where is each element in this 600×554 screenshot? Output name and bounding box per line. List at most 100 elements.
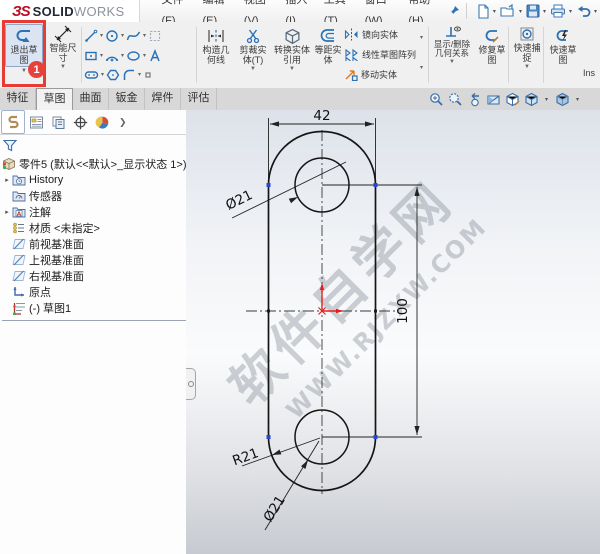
line-tool-icon[interactable] bbox=[84, 29, 98, 43]
zoom-fit-icon[interactable] bbox=[429, 92, 444, 107]
move-entities-item[interactable]: 移动实体 bbox=[344, 65, 424, 83]
ellipse-tool-icon[interactable] bbox=[126, 49, 141, 63]
tree-item-right-plane[interactable]: 右视基准面 bbox=[2, 268, 186, 284]
tree-item-sensors[interactable]: 传感器 bbox=[2, 188, 186, 204]
dimension-radius[interactable]: R21 bbox=[230, 445, 260, 469]
arc-tool-icon[interactable] bbox=[105, 49, 119, 63]
dropdown-caret-icon[interactable]: ▾ bbox=[100, 32, 103, 40]
dropdown-caret-icon[interactable]: ▼ bbox=[250, 65, 256, 73]
featuremanager-tab-icon[interactable] bbox=[1, 110, 25, 134]
tab-evaluate[interactable]: 评估 bbox=[181, 88, 217, 110]
text-tool-icon[interactable] bbox=[148, 48, 162, 63]
point-tool-icon[interactable] bbox=[143, 70, 153, 80]
rapid-sketch-button[interactable]: 快速草图 bbox=[547, 26, 579, 65]
pin-icon[interactable] bbox=[448, 5, 460, 17]
sketch-entities-row-2: ▾ ▾ ▾ bbox=[84, 46, 162, 65]
dropdown-caret-icon[interactable]: ▾ bbox=[121, 32, 124, 40]
annotations-icon: A bbox=[12, 206, 27, 218]
toolbar-separator bbox=[543, 27, 544, 83]
tree-item-top-plane[interactable]: 上视基准面 bbox=[2, 252, 186, 268]
graphics-viewport[interactable]: 软件自学网 WWW.RJZXW.COM 42 Ø21 100 R21 Ø21 bbox=[186, 110, 600, 554]
convert-entities-button[interactable]: 转换实体引用 ▼ bbox=[273, 26, 311, 73]
sensors-icon bbox=[12, 190, 27, 202]
display-style-icon[interactable] bbox=[505, 92, 520, 107]
expand-arrow-icon[interactable]: ▸ bbox=[2, 176, 12, 184]
panel-splitter-handle[interactable] bbox=[186, 368, 196, 400]
new-document-icon[interactable] bbox=[475, 3, 491, 20]
spline-tool-icon[interactable] bbox=[126, 29, 141, 43]
dropdown-caret-icon[interactable]: ▼ bbox=[289, 65, 295, 73]
linear-pattern-item[interactable]: 线性草图阵列 bbox=[344, 45, 424, 63]
dropdown-caret-icon[interactable]: ▾ bbox=[569, 8, 572, 15]
quick-snaps-button[interactable]: 快速捕捉 ▼ bbox=[511, 24, 543, 71]
tree-item-history[interactable]: ▸ History bbox=[2, 172, 186, 188]
dropdown-caret-icon[interactable]: ▾ bbox=[143, 32, 146, 40]
tree-item-origin[interactable]: 原点 bbox=[2, 284, 186, 300]
tab-weldments[interactable]: 焊件 bbox=[145, 88, 181, 110]
configmanager-tab-icon[interactable] bbox=[47, 111, 69, 133]
zoom-area-icon[interactable] bbox=[448, 92, 463, 107]
tree-root-part[interactable]: 零件5 (默认<<默认>_显示状态 1>) bbox=[2, 156, 187, 172]
mirror-entities-item[interactable]: 镜向实体 bbox=[344, 25, 424, 43]
tree-item-annotations[interactable]: ▸ A 注解 bbox=[2, 204, 186, 220]
dropdown-caret-icon[interactable]: ▼ bbox=[524, 63, 530, 71]
shaded-view-icon[interactable] bbox=[555, 92, 570, 107]
dropdown-caret-icon[interactable]: ▾ bbox=[543, 8, 546, 15]
open-icon[interactable] bbox=[499, 3, 517, 19]
tree-filter[interactable] bbox=[0, 135, 186, 153]
panel-tabs-overflow-icon[interactable]: ❯ bbox=[119, 117, 127, 128]
polygon-tool-icon[interactable] bbox=[106, 68, 120, 82]
tree-item-material[interactable]: 材质 <未指定> bbox=[2, 220, 186, 236]
dropdown-caret-icon[interactable]: ▾ bbox=[420, 34, 423, 42]
dropdown-caret-icon[interactable]: ▾ bbox=[143, 52, 146, 60]
dimension-width[interactable]: 42 bbox=[313, 110, 330, 124]
stack-carets: ▾ ▾ bbox=[420, 34, 423, 72]
dropdown-caret-icon[interactable]: ▼ bbox=[449, 58, 455, 66]
truncated-button-label[interactable]: Ins bbox=[583, 68, 600, 78]
history-folder-icon bbox=[12, 174, 27, 186]
sketch-canvas[interactable]: 软件自学网 WWW.RJZXW.COM 42 Ø21 100 R21 Ø21 bbox=[186, 110, 600, 554]
construction-geometry-button[interactable]: 构造几何线 bbox=[199, 26, 233, 65]
dropdown-caret-icon[interactable]: ▾ bbox=[519, 8, 522, 15]
part-icon bbox=[2, 157, 17, 171]
previous-view-icon[interactable] bbox=[467, 92, 482, 107]
dropdown-caret-icon[interactable]: ▾ bbox=[100, 52, 103, 60]
displaymanager-tab-icon[interactable] bbox=[91, 111, 113, 133]
tree-item-front-plane[interactable]: 前视基准面 bbox=[2, 236, 186, 252]
dropdown-caret-icon[interactable]: ▾ bbox=[576, 96, 579, 103]
fillet-tool-icon[interactable] bbox=[122, 68, 136, 82]
offset-entities-button[interactable]: 等距实体 bbox=[312, 26, 344, 65]
tab-sketch[interactable]: 草图 bbox=[36, 88, 73, 110]
dropdown-caret-icon[interactable]: ▾ bbox=[420, 64, 423, 72]
slot-tool-icon[interactable] bbox=[84, 68, 99, 82]
dropdown-caret-icon[interactable]: ▾ bbox=[594, 8, 597, 15]
section-view-icon[interactable] bbox=[486, 92, 501, 107]
dropdown-caret-icon[interactable]: ▾ bbox=[493, 8, 496, 15]
propertymanager-tab-icon[interactable] bbox=[25, 111, 47, 133]
dropdown-caret-icon[interactable]: ▾ bbox=[138, 71, 141, 79]
save-icon[interactable] bbox=[525, 3, 541, 19]
trim-entities-button[interactable]: 剪裁实体(T) ▼ bbox=[235, 26, 271, 73]
dimension-length[interactable]: 100 bbox=[395, 298, 411, 324]
repair-sketch-label: 修复草图 bbox=[478, 45, 506, 65]
tab-sheet-metal[interactable]: 钣金 bbox=[109, 88, 145, 110]
tab-features[interactable]: 特征 bbox=[0, 88, 36, 110]
undo-icon[interactable] bbox=[575, 4, 592, 19]
grid-plane-icon[interactable] bbox=[148, 29, 162, 43]
print-icon[interactable] bbox=[549, 3, 567, 19]
dimxpert-tab-icon[interactable] bbox=[69, 111, 91, 133]
rectangle-tool-icon[interactable] bbox=[84, 49, 98, 63]
tree-item-sketch1[interactable]: (-) 草图1 bbox=[2, 300, 186, 316]
tab-surfaces[interactable]: 曲面 bbox=[73, 88, 109, 110]
dropdown-caret-icon[interactable]: ▾ bbox=[121, 52, 124, 60]
view-orientation-icon[interactable] bbox=[524, 92, 539, 107]
display-delete-relations-button[interactable]: 显示/删除几何关系 ▼ bbox=[431, 24, 473, 66]
dropdown-caret-icon[interactable]: ▾ bbox=[101, 71, 104, 79]
repair-sketch-button[interactable]: 修复草图 bbox=[476, 26, 508, 65]
dimension-top-diameter[interactable]: Ø21 bbox=[223, 187, 255, 214]
dropdown-caret-icon[interactable]: ▾ bbox=[545, 96, 548, 103]
circle-tool-icon[interactable] bbox=[105, 29, 119, 43]
expand-arrow-icon[interactable]: ▸ bbox=[2, 208, 12, 216]
dropdown-caret-icon[interactable]: ▼ bbox=[60, 63, 66, 71]
smart-dimension-button[interactable]: 智能尺寸 ▼ bbox=[46, 24, 80, 71]
